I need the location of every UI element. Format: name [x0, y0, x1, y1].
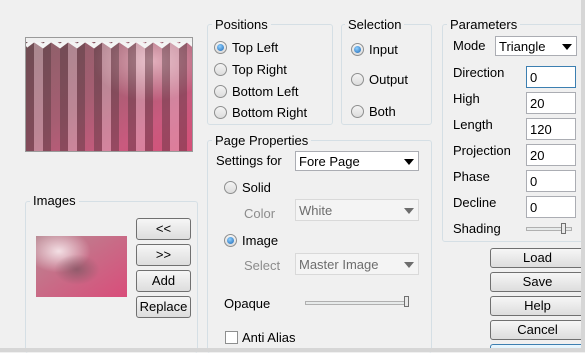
replace-image-label: Replace	[139, 299, 188, 314]
opaque-slider[interactable]	[305, 301, 409, 305]
select-value: Master Image	[299, 257, 379, 272]
radio-bottom-right[interactable]	[214, 106, 227, 119]
anti-alias-checkbox[interactable]	[225, 331, 238, 344]
radio-output[interactable]	[351, 73, 364, 86]
chevron-down-icon	[404, 159, 414, 165]
window-frame-right	[581, 0, 585, 352]
shading-slider-thumb[interactable]	[561, 223, 566, 234]
preview-image	[25, 37, 193, 152]
projection-label: Projection	[453, 143, 511, 158]
window-frame	[0, 348, 585, 352]
label-output[interactable]: Output	[369, 72, 408, 88]
mode-label: Mode	[453, 38, 486, 53]
radio-solid[interactable]	[224, 181, 237, 194]
select-label: Select	[244, 258, 281, 273]
radio-top-left[interactable]	[214, 41, 227, 54]
length-field[interactable]: 120	[526, 118, 576, 140]
length-label: Length	[453, 117, 493, 132]
high-label: High	[453, 91, 480, 106]
save-button[interactable]: Save	[490, 272, 585, 292]
replace-image-button[interactable]: Replace	[136, 296, 191, 318]
image-thumbnail[interactable]	[36, 236, 127, 297]
next-image-button[interactable]: >>	[136, 244, 191, 266]
radio-image[interactable]	[224, 234, 237, 247]
projection-field[interactable]: 20	[526, 144, 576, 166]
settings-for-dropdown[interactable]: Fore Page	[295, 151, 419, 171]
label-both[interactable]: Both	[369, 104, 396, 120]
phase-value: 0	[530, 174, 538, 189]
cancel-button[interactable]: Cancel	[490, 320, 585, 340]
preview-render	[26, 38, 192, 151]
decline-field[interactable]: 0	[526, 196, 576, 218]
save-label: Save	[522, 274, 553, 289]
thumbnail-render	[36, 236, 127, 297]
select-dropdown[interactable]: Master Image	[295, 253, 419, 275]
page-properties-title: Page Properties	[212, 133, 312, 148]
radio-input[interactable]	[351, 43, 364, 56]
mode-dropdown[interactable]: Triangle	[495, 36, 577, 56]
next-image-label: >>	[155, 247, 172, 262]
radio-top-right[interactable]	[214, 63, 227, 76]
radio-both[interactable]	[351, 105, 364, 118]
cancel-label: Cancel	[517, 322, 558, 337]
decline-label: Decline	[453, 195, 497, 210]
chevron-down-icon	[562, 44, 572, 50]
projection-value: 20	[530, 148, 545, 163]
decline-value: 0	[530, 200, 538, 215]
mode-value: Triangle	[499, 39, 546, 54]
chevron-down-icon	[404, 208, 414, 214]
high-field[interactable]: 20	[526, 92, 576, 114]
load-label: Load	[523, 250, 552, 265]
page-properties-group	[207, 140, 432, 353]
load-button[interactable]: Load	[490, 248, 585, 268]
parameters-title: Parameters	[447, 17, 521, 32]
phase-field[interactable]: 0	[526, 170, 576, 192]
label-input[interactable]: Input	[369, 42, 398, 58]
color-dropdown[interactable]: White	[295, 199, 419, 221]
direction-label: Direction	[453, 65, 505, 80]
help-button[interactable]: Help	[490, 296, 585, 316]
high-value: 20	[530, 96, 545, 111]
chevron-down-icon	[404, 262, 414, 268]
label-solid[interactable]: Solid	[242, 180, 271, 196]
images-title: Images	[30, 193, 79, 208]
selection-title: Selection	[345, 17, 405, 32]
color-value: White	[299, 203, 333, 218]
settings-for-value: Fore Page	[299, 154, 360, 169]
anti-alias-label[interactable]: Anti Alias	[242, 330, 295, 346]
opaque-label: Opaque	[224, 296, 271, 311]
positions-title: Positions	[212, 17, 271, 32]
direction-field[interactable]: 0	[526, 66, 576, 88]
label-bottom-left[interactable]: Bottom Left	[232, 84, 298, 100]
length-value: 120	[530, 122, 552, 137]
label-image[interactable]: Image	[242, 233, 278, 249]
label-top-right[interactable]: Top Right	[232, 62, 287, 78]
label-top-left[interactable]: Top Left	[232, 40, 278, 56]
settings-for-label: Settings for	[216, 153, 282, 168]
add-image-button[interactable]: Add	[136, 270, 191, 292]
radio-bottom-left[interactable]	[214, 85, 227, 98]
opaque-slider-thumb[interactable]	[404, 296, 409, 307]
add-image-label: Add	[151, 273, 176, 288]
direction-value: 0	[530, 70, 538, 85]
color-label: Color	[244, 206, 276, 221]
help-label: Help	[524, 298, 551, 313]
prev-image-button[interactable]: <<	[136, 218, 191, 240]
shading-label: Shading	[453, 221, 501, 236]
label-bottom-right[interactable]: Bottom Right	[232, 105, 307, 121]
phase-label: Phase	[453, 169, 490, 184]
prev-image-label: <<	[155, 221, 172, 236]
